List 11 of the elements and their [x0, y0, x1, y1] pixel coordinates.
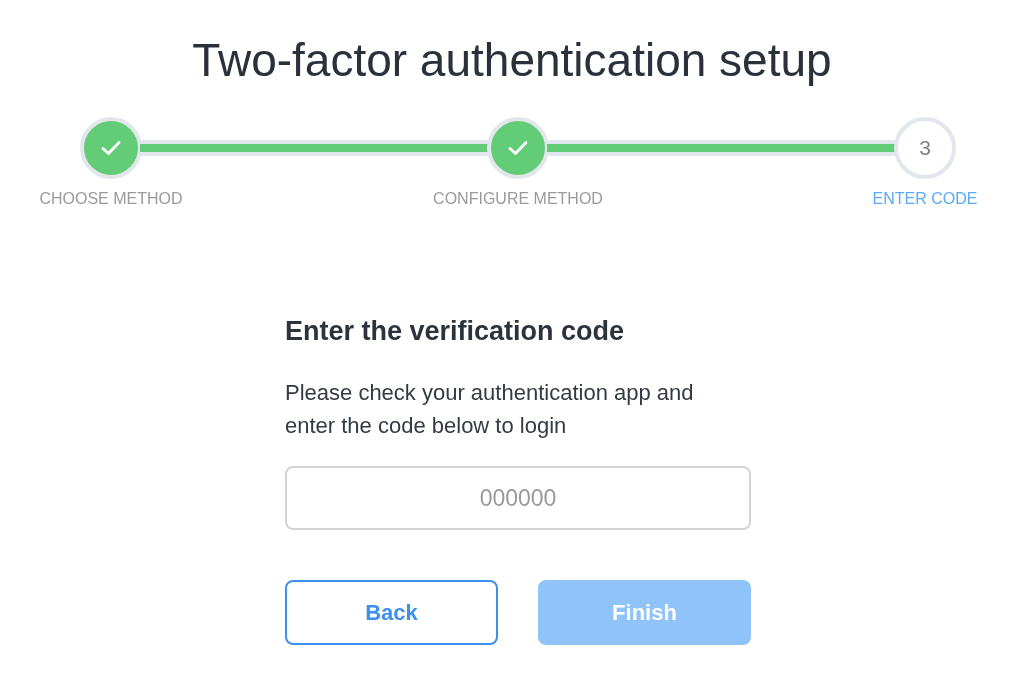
step-label: CHOOSE METHOD — [39, 189, 183, 209]
step-label: CONFIGURE METHOD — [433, 189, 603, 209]
step-indicator: 3 — [894, 117, 956, 179]
code-input[interactable]: 000000 — [285, 466, 751, 530]
step-label: ENTER CODE — [872, 189, 978, 209]
check-icon — [101, 140, 121, 156]
form-heading: Enter the verification code — [285, 315, 625, 347]
instructions-text: Please check your authentication app and enter the code below to login — [285, 379, 695, 440]
page-title: Two-factor authentication setup — [192, 33, 832, 87]
back-button[interactable]: Back — [285, 580, 498, 645]
check-icon — [508, 140, 528, 156]
